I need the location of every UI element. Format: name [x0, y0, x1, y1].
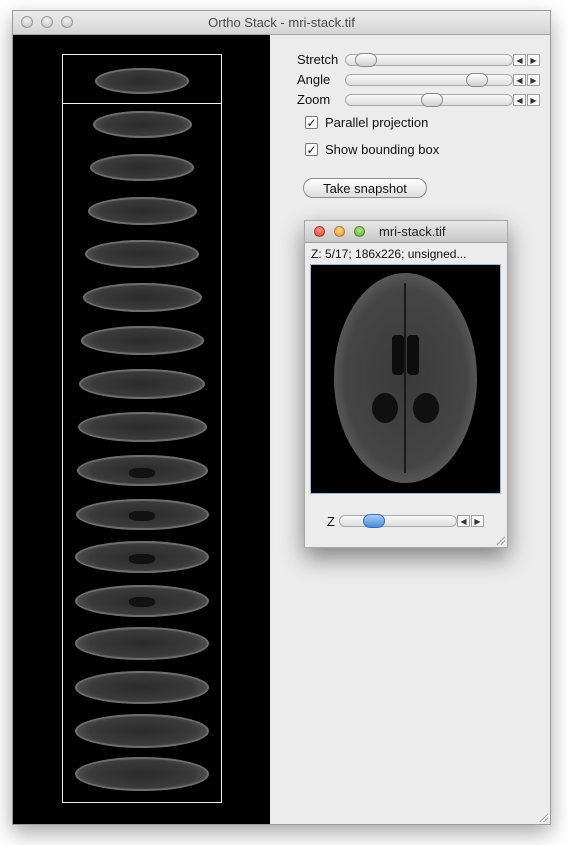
stack-slice: [90, 154, 194, 182]
stack-canvas[interactable]: [13, 35, 270, 824]
z-thumb[interactable]: [363, 514, 385, 528]
zoom-slider[interactable]: ◀ ▶: [345, 93, 545, 107]
mri-slice-image[interactable]: [310, 264, 501, 494]
stack-slice: [87, 196, 197, 225]
angle-thumb[interactable]: [466, 73, 489, 87]
brain-slice: [334, 273, 477, 483]
take-snapshot-button[interactable]: Take snapshot: [303, 178, 427, 198]
stretch-label: Stretch: [297, 52, 339, 67]
z-left-arrow-icon[interactable]: ◀: [457, 515, 470, 527]
stack-slice: [92, 110, 192, 138]
ventricle-shape: [129, 554, 155, 565]
z-slider[interactable]: ◀ ▶: [339, 514, 487, 528]
stack-slice: [75, 498, 209, 530]
z-label: Z: [327, 514, 335, 529]
angle-right-arrow-icon[interactable]: ▶: [527, 74, 540, 86]
stack-slice: [75, 670, 209, 704]
stack-slice: [75, 756, 209, 791]
stack-slice: [82, 283, 202, 312]
stack-slice: [76, 455, 208, 487]
stretch-left-arrow-icon[interactable]: ◀: [513, 54, 526, 66]
image-window-resize-icon[interactable]: [495, 535, 505, 545]
z-right-arrow-icon[interactable]: ▶: [471, 515, 484, 527]
angle-left-arrow-icon[interactable]: ◀: [513, 74, 526, 86]
stretch-thumb[interactable]: [355, 53, 378, 67]
show-bounding-box-checkbox[interactable]: ✓: [305, 143, 318, 156]
z-track[interactable]: [339, 515, 457, 527]
stack-slice: [95, 68, 189, 94]
zoom-thumb[interactable]: [420, 93, 443, 107]
stack-slice: [79, 369, 205, 400]
window-title: Ortho Stack - mri-stack.tif: [208, 15, 355, 30]
ventricle-shape: [129, 597, 155, 608]
zoom-left-arrow-icon[interactable]: ◀: [513, 94, 526, 106]
stack-slice: [75, 713, 209, 748]
resize-grip-icon[interactable]: [538, 812, 548, 822]
stack-slice: [80, 326, 204, 356]
ventricle-shape: [129, 467, 155, 478]
stretch-slider[interactable]: ◀ ▶: [345, 53, 545, 67]
stretch-right-arrow-icon[interactable]: ▶: [527, 54, 540, 66]
stack-slice: [75, 584, 209, 617]
image-window: mri-stack.tif Z: 5/17; 186x226; unsigned…: [304, 220, 508, 548]
angle-slider[interactable]: ◀ ▶: [345, 73, 545, 87]
parallel-projection-label: Parallel projection: [325, 115, 429, 130]
minimize-icon[interactable]: [334, 226, 345, 237]
zoom-right-arrow-icon[interactable]: ▶: [527, 94, 540, 106]
show-bounding-box-label: Show bounding box: [325, 142, 440, 157]
image-window-title-bar: mri-stack.tif: [305, 221, 507, 243]
zoom-icon[interactable]: [354, 226, 365, 237]
title-bar: Ortho Stack - mri-stack.tif: [13, 11, 550, 35]
ventricle-shape: [129, 510, 155, 521]
stack-slice: [85, 240, 199, 269]
angle-label: Angle: [297, 72, 331, 87]
parallel-projection-checkbox[interactable]: ✓: [305, 116, 318, 129]
image-window-title: mri-stack.tif: [379, 224, 446, 239]
image-info: Z: 5/17; 186x226; unsigned...: [311, 247, 467, 261]
zoom-label: Zoom: [297, 92, 331, 107]
close-icon[interactable]: [314, 226, 325, 237]
